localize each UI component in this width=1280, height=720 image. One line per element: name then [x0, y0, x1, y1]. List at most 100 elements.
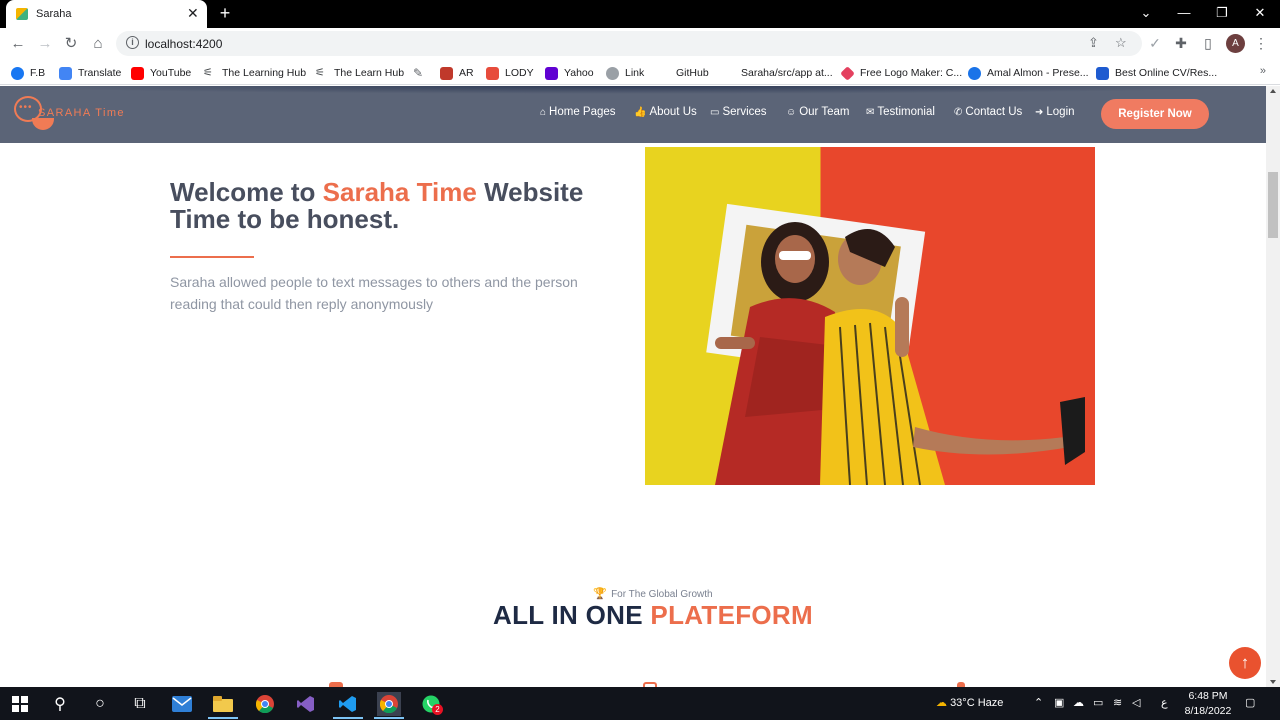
visual-studio-icon[interactable] — [294, 692, 318, 716]
search-icon[interactable]: ⚲ — [48, 692, 72, 716]
check-extension-icon[interactable]: ✓ — [1146, 35, 1164, 52]
browser-tab[interactable]: Saraha ✕ — [6, 0, 207, 28]
logo-text: SARAHA Time — [38, 107, 125, 119]
bookmarks-bar: F.B Translate YouTube ⚟ The Learning Hub … — [0, 60, 1280, 85]
repo-icon — [722, 67, 735, 80]
reload-icon[interactable]: ↻ — [61, 34, 81, 54]
bookmark-best-cv[interactable]: Best Online CV/Res... — [1096, 65, 1217, 81]
section-title: ALL IN ONE PLATEFORM — [493, 600, 813, 630]
extensions-puzzle-icon[interactable]: ✚ — [1172, 35, 1190, 52]
battery-icon[interactable]: ▭ — [1093, 696, 1103, 709]
bookmark-github[interactable]: GitHub — [657, 65, 709, 81]
thumbs-up-icon: 👍 — [634, 106, 647, 118]
browser-toolbar: ← → ↻ ⌂ i localhost:4200 ⇪ ☆ ✓ ✚ ▯ A ⋮ — [0, 28, 1280, 60]
close-window-button[interactable]: ✕ — [1250, 5, 1270, 21]
maximize-button[interactable]: ❐ — [1212, 5, 1232, 21]
browser-menu-icon[interactable]: ⋮ — [1252, 35, 1270, 52]
bookmark-learning-hub[interactable]: ⚟ The Learning Hub — [203, 65, 306, 81]
vscode-icon[interactable] — [336, 692, 360, 716]
facebook-icon — [11, 66, 24, 80]
bookmark-translate[interactable]: Translate — [59, 65, 121, 81]
bookmark-ar[interactable]: AR — [440, 65, 474, 81]
scroll-up-arrow-icon[interactable] — [1270, 89, 1276, 93]
mail-icon[interactable] — [170, 692, 194, 716]
resume-icon — [1096, 66, 1109, 80]
bookmarks-overflow-icon[interactable]: » — [1260, 65, 1266, 77]
ar-icon — [440, 66, 453, 80]
hidden-icons-chevron-icon[interactable]: ⌃ — [1034, 696, 1043, 709]
comment-icon: ✉ — [866, 106, 875, 118]
trophy-icon: 🏆 — [593, 588, 608, 600]
feather-icon: ✎ — [413, 65, 424, 80]
bookmark-amal-almon[interactable]: Amal Almon - Prese... — [968, 65, 1089, 81]
scroll-down-arrow-icon[interactable] — [1270, 680, 1276, 684]
phone-icon: ✆ — [954, 106, 963, 118]
bookmark-fb[interactable]: F.B — [11, 65, 45, 81]
bookmark-lody[interactable]: LODY — [486, 65, 534, 81]
bookmark-logo-maker[interactable]: Free Logo Maker: C... — [840, 65, 962, 81]
hero-description: Saraha allowed people to text messages t… — [170, 274, 578, 312]
sun-haze-icon: ☁ — [936, 697, 947, 709]
side-panel-icon[interactable]: ▯ — [1199, 35, 1217, 52]
page-scrollbar[interactable] — [1266, 86, 1280, 687]
user-circle-icon: ☺ — [786, 106, 797, 118]
bookmark-youtube[interactable]: YouTube — [131, 65, 191, 81]
saraha-favicon-icon — [16, 8, 28, 20]
tab-search-icon[interactable]: ⌄ — [1136, 5, 1156, 21]
task-view-icon[interactable]: ⧉ — [128, 692, 152, 716]
volume-icon[interactable]: ◁ — [1132, 696, 1140, 709]
onedrive-cloud-icon[interactable]: ☁ — [1073, 696, 1084, 709]
bookmark-saraha-repo[interactable]: Saraha/src/app at... — [722, 65, 833, 81]
scroll-thumb[interactable] — [1268, 172, 1278, 238]
youtube-icon — [131, 66, 144, 80]
scroll-to-top-button[interactable]: ↑ — [1229, 647, 1261, 679]
windows-taskbar: ⚲ ○ ⧉ 2 ☁ 33°C Haze ⌃ ▣ ☁ ▭ ≋ ◁ ع 6:48 P… — [0, 687, 1280, 720]
bookmark-link[interactable]: Link — [606, 65, 644, 81]
bookmark-star-icon[interactable]: ☆ — [1115, 35, 1127, 51]
chrome-icon[interactable] — [253, 692, 277, 716]
whatsapp-icon[interactable]: 2 — [419, 692, 443, 716]
tab-close-icon[interactable]: ✕ — [187, 6, 199, 20]
bookmark-feather[interactable]: ✎ — [413, 65, 432, 81]
tab-strip: Saraha ✕ + ⌄ — ❐ ✕ — [0, 0, 1280, 28]
address-url[interactable]: localhost:4200 — [145, 37, 222, 51]
chrome-active-icon[interactable] — [377, 692, 401, 716]
windows-start-icon[interactable] — [8, 692, 32, 716]
wifi-icon[interactable]: ≋ — [1113, 696, 1122, 709]
minimize-button[interactable]: — — [1174, 5, 1194, 21]
sign-in-icon: ➜ — [1035, 106, 1044, 118]
hero-title: Welcome to Saraha Time Website Time to b… — [170, 177, 584, 234]
home-icon: ⌂ — [540, 106, 547, 118]
profile-avatar[interactable]: A — [1226, 34, 1245, 53]
nav-login[interactable]: ➜ Login — [1035, 106, 1075, 118]
bookmark-yahoo[interactable]: Yahoo — [545, 65, 594, 81]
device-icon[interactable]: ▣ — [1054, 696, 1064, 709]
notification-center-icon[interactable]: ▢ — [1245, 696, 1255, 709]
home-icon[interactable]: ⌂ — [88, 34, 108, 54]
site-info-icon[interactable]: i — [126, 36, 139, 49]
file-explorer-icon[interactable] — [211, 692, 235, 716]
bookmark-learn-hub[interactable]: ⚟ The Learn Hub — [315, 65, 404, 81]
nav-testimonial[interactable]: ✉ Testimonial — [866, 106, 935, 118]
address-bar[interactable]: i localhost:4200 ⇪ ☆ — [116, 31, 1142, 56]
system-clock[interactable]: 6:48 PM 8/18/2022 — [1181, 689, 1235, 719]
hero-divider — [170, 256, 254, 258]
lody-icon — [486, 66, 499, 80]
notification-badge: 2 — [432, 704, 443, 715]
nav-contact-us[interactable]: ✆ Contact Us — [954, 106, 1022, 118]
new-tab-button[interactable]: + — [216, 4, 234, 22]
input-language[interactable]: ع — [1161, 696, 1168, 709]
nav-about-us[interactable]: 👍 About Us — [634, 106, 697, 118]
back-arrow-icon[interactable]: ← — [8, 34, 28, 54]
share-icon[interactable]: ⇪ — [1088, 35, 1099, 51]
translate-icon — [59, 66, 72, 80]
nav-services[interactable]: ▭ Services — [710, 106, 767, 118]
nav-our-team[interactable]: ☺ Our Team — [786, 106, 850, 118]
forward-arrow-icon[interactable]: → — [35, 34, 55, 54]
weather-widget[interactable]: ☁ 33°C Haze — [936, 696, 1003, 709]
saraha-logo[interactable]: ••• SARAHA Time — [14, 96, 129, 132]
nav-home-pages[interactable]: ⌂ Home Pages — [540, 106, 616, 118]
tab-title: Saraha — [36, 8, 72, 20]
cortana-icon[interactable]: ○ — [88, 692, 112, 716]
register-now-button[interactable]: Register Now — [1101, 99, 1209, 129]
